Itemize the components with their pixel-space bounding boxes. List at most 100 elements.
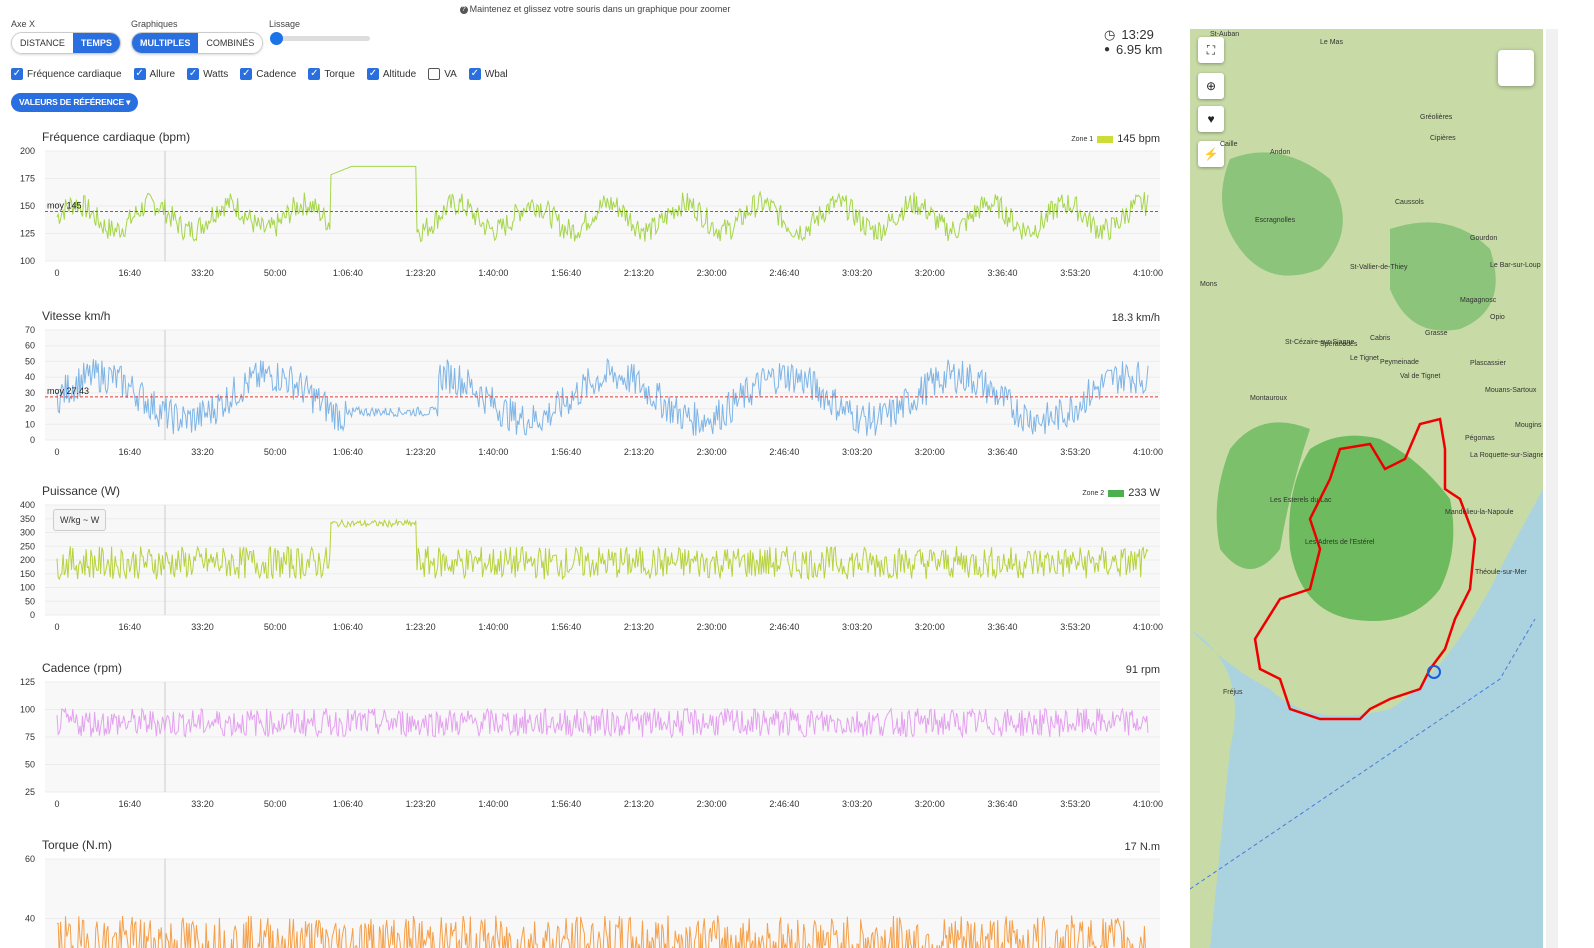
x-tick-label: 1:23:20 bbox=[406, 622, 436, 632]
x-tick-label: 3:36:40 bbox=[988, 622, 1018, 632]
y-tick-label: 100 bbox=[20, 256, 35, 266]
checkbox-label: Torque bbox=[324, 68, 355, 80]
checkbox-label: Watts bbox=[203, 68, 229, 80]
y-tick-label: 125 bbox=[20, 677, 35, 687]
graphs-toggle[interactable]: MULTIPLES COMBINÉS bbox=[131, 32, 264, 54]
checkbox-wbal[interactable]: ✓ Wbal bbox=[468, 68, 508, 80]
map-place-label: Plascassier bbox=[1470, 360, 1506, 367]
metric-checkboxes: ✓ Fréquence cardiaque ✓ Allure ✓ Watts ✓ Cadenc… bbox=[11, 68, 508, 80]
y-tick-label: 175 bbox=[20, 174, 35, 184]
checkbox-label: VA bbox=[444, 68, 457, 80]
checkbox-unchecked-icon[interactable] bbox=[428, 68, 441, 80]
x-tick-label: 3:20:00 bbox=[915, 622, 945, 632]
map-place-label: Les Adrets de l'Estérel bbox=[1305, 539, 1375, 546]
y-tick-label: 200 bbox=[20, 555, 35, 565]
x-tick-label: 33:20 bbox=[191, 268, 214, 278]
route-map[interactable]: ⛶ ⊕ ♥ ⚡ St-Auban Le Mas Caille Andon Gréoliè… bbox=[1190, 29, 1543, 948]
checkbox-checked-icon[interactable]: ✓ bbox=[468, 68, 481, 80]
x-tick-label: 1:06:40 bbox=[333, 447, 363, 457]
checkbox-checked-icon[interactable]: ✓ bbox=[11, 68, 23, 80]
info-icon: ? bbox=[459, 5, 468, 14]
y-tick-label: 50 bbox=[25, 760, 35, 770]
x-tick-label: 1:56:40 bbox=[551, 268, 581, 278]
chevron-down-icon: ▾ bbox=[126, 97, 131, 107]
x-tick-label: 2:13:20 bbox=[624, 447, 654, 457]
x-tick-label: 4:10:00 bbox=[1133, 799, 1163, 809]
chart-power[interactable]: 400 350 300 250 200 150 100 50 0 0 16:40 33:20 50:00… bbox=[0, 484, 1175, 636]
checkbox-watts[interactable]: ✓ Watts bbox=[187, 68, 228, 80]
smoothing-slider-knob[interactable] bbox=[270, 32, 283, 45]
x-tick-label: 0 bbox=[54, 447, 59, 457]
zoom-icon[interactable]: ⊕ bbox=[1198, 73, 1224, 99]
x-tick-label: 3:53:20 bbox=[1060, 622, 1090, 632]
map-place-label: Caille bbox=[1220, 141, 1238, 148]
y-tick-label: 0 bbox=[30, 435, 35, 445]
checkbox-allure[interactable]: ✓ Allure bbox=[133, 68, 176, 80]
checkbox-va[interactable]: VA bbox=[428, 68, 457, 80]
x-tick-label: 1:40:00 bbox=[478, 268, 508, 278]
y-tick-label: 200 bbox=[20, 146, 35, 156]
layers-icon[interactable] bbox=[1498, 50, 1534, 86]
chart-value-text: 145 bpm bbox=[1117, 133, 1160, 145]
checkbox-cadence[interactable]: ✓ Cadence bbox=[240, 68, 296, 80]
chart-svg: 200 175 150 125 100 moy 145 0 16:40 33:20 50:00 1:… bbox=[20, 146, 1163, 278]
map-pin-icon: ● bbox=[1104, 44, 1111, 55]
page-scrollbar[interactable] bbox=[1546, 29, 1558, 948]
checkbox-checked-icon[interactable]: ✓ bbox=[240, 68, 253, 80]
checkbox-checked-icon[interactable]: ✓ bbox=[308, 68, 321, 80]
y-tick-label: 350 bbox=[20, 514, 35, 524]
map-place-label: Grasse bbox=[1425, 330, 1448, 337]
x-tick-label: 1:56:40 bbox=[551, 447, 581, 457]
chart-speed[interactable]: 70 60 50 40 30 20 10 0 moy 27.43 0 16:40 33:20 50:00… bbox=[0, 309, 1175, 461]
y-tick-label: 60 bbox=[25, 854, 35, 864]
map-place-label: Le Tignet bbox=[1350, 355, 1379, 362]
graphs-multiples-button[interactable]: MULTIPLES bbox=[132, 33, 199, 53]
reference-values-button[interactable]: VALEURS DE RÉFÉRENCE ▾ bbox=[11, 93, 139, 112]
checkbox-torque[interactable]: ✓ Torque bbox=[308, 68, 355, 80]
x-tick-label: 3:53:20 bbox=[1060, 799, 1090, 809]
chart-cadence[interactable]: 125 100 75 50 25 0 16:40 33:20 50:00 1:06:40 1:23:… bbox=[0, 661, 1175, 813]
chart-torque[interactable]: 60 40 Torque (N.m) 17 N.m bbox=[0, 838, 1175, 948]
x-tick-label: 1:23:20 bbox=[406, 268, 436, 278]
x-tick-label: 1:06:40 bbox=[333, 268, 363, 278]
map-place-label: Opio bbox=[1490, 314, 1505, 321]
chart-value-text: 18.3 km/h bbox=[1111, 312, 1160, 324]
heart-icon[interactable]: ♥ bbox=[1198, 106, 1224, 132]
chart-current-value: 91 rpm bbox=[1126, 664, 1160, 676]
checkbox-altitude[interactable]: ✓ Altitude bbox=[366, 68, 416, 80]
map-place-label: Théoule-sur-Mer bbox=[1475, 569, 1527, 576]
map-place-label: La Roquette-sur-Siagne bbox=[1470, 452, 1543, 459]
wkg-toggle-button[interactable]: W/kg ~ W bbox=[53, 509, 107, 531]
smoothing-slider[interactable] bbox=[270, 32, 370, 45]
checkbox-fr-quence-cardiaque[interactable]: ✓ Fréquence cardiaque bbox=[11, 68, 122, 80]
y-tick-label: 25 bbox=[25, 787, 35, 797]
chart-svg: 70 60 50 40 30 20 10 0 moy 27.43 0 16:40 33:20 50:00… bbox=[25, 325, 1163, 457]
axe-x-toggle[interactable]: DISTANCE TEMPS bbox=[11, 32, 121, 54]
chart-current-value: Zone 1 145 bpm bbox=[1071, 133, 1160, 145]
x-tick-label: 1:56:40 bbox=[551, 799, 581, 809]
checkbox-label: Allure bbox=[149, 68, 176, 80]
y-tick-label: 40 bbox=[25, 914, 35, 924]
chart-title: Vitesse km/h bbox=[42, 309, 111, 323]
chart-heart-rate[interactable]: 200 175 150 125 100 moy 145 0 16:40 33:20 50:00 1:… bbox=[0, 130, 1175, 282]
map-place-label: Le Mas bbox=[1320, 39, 1343, 46]
y-tick-label: 125 bbox=[20, 229, 35, 239]
checkbox-checked-icon[interactable]: ✓ bbox=[366, 68, 379, 80]
axe-x-distance-button[interactable]: DISTANCE bbox=[12, 33, 73, 53]
chart-value-text: 233 W bbox=[1128, 487, 1160, 499]
checkbox-checked-icon[interactable]: ✓ bbox=[133, 68, 146, 80]
map-place-label: Cabris bbox=[1370, 335, 1391, 342]
map-place-label: Mougins bbox=[1515, 422, 1542, 429]
fullscreen-icon[interactable]: ⛶ bbox=[1198, 37, 1224, 63]
graphs-combines-button[interactable]: COMBINÉS bbox=[198, 33, 263, 53]
x-tick-label: 16:40 bbox=[118, 268, 141, 278]
axe-x-temps-button[interactable]: TEMPS bbox=[72, 33, 120, 53]
x-tick-label: 16:40 bbox=[118, 447, 141, 457]
x-tick-label: 50:00 bbox=[264, 268, 287, 278]
checkbox-checked-icon[interactable]: ✓ bbox=[187, 68, 200, 80]
map-place-label: Cipières bbox=[1430, 135, 1456, 142]
x-tick-label: 16:40 bbox=[118, 622, 141, 632]
x-tick-label: 1:40:00 bbox=[478, 799, 508, 809]
stats-time: 13:29 bbox=[1121, 27, 1154, 42]
forest-area bbox=[1222, 152, 1343, 276]
